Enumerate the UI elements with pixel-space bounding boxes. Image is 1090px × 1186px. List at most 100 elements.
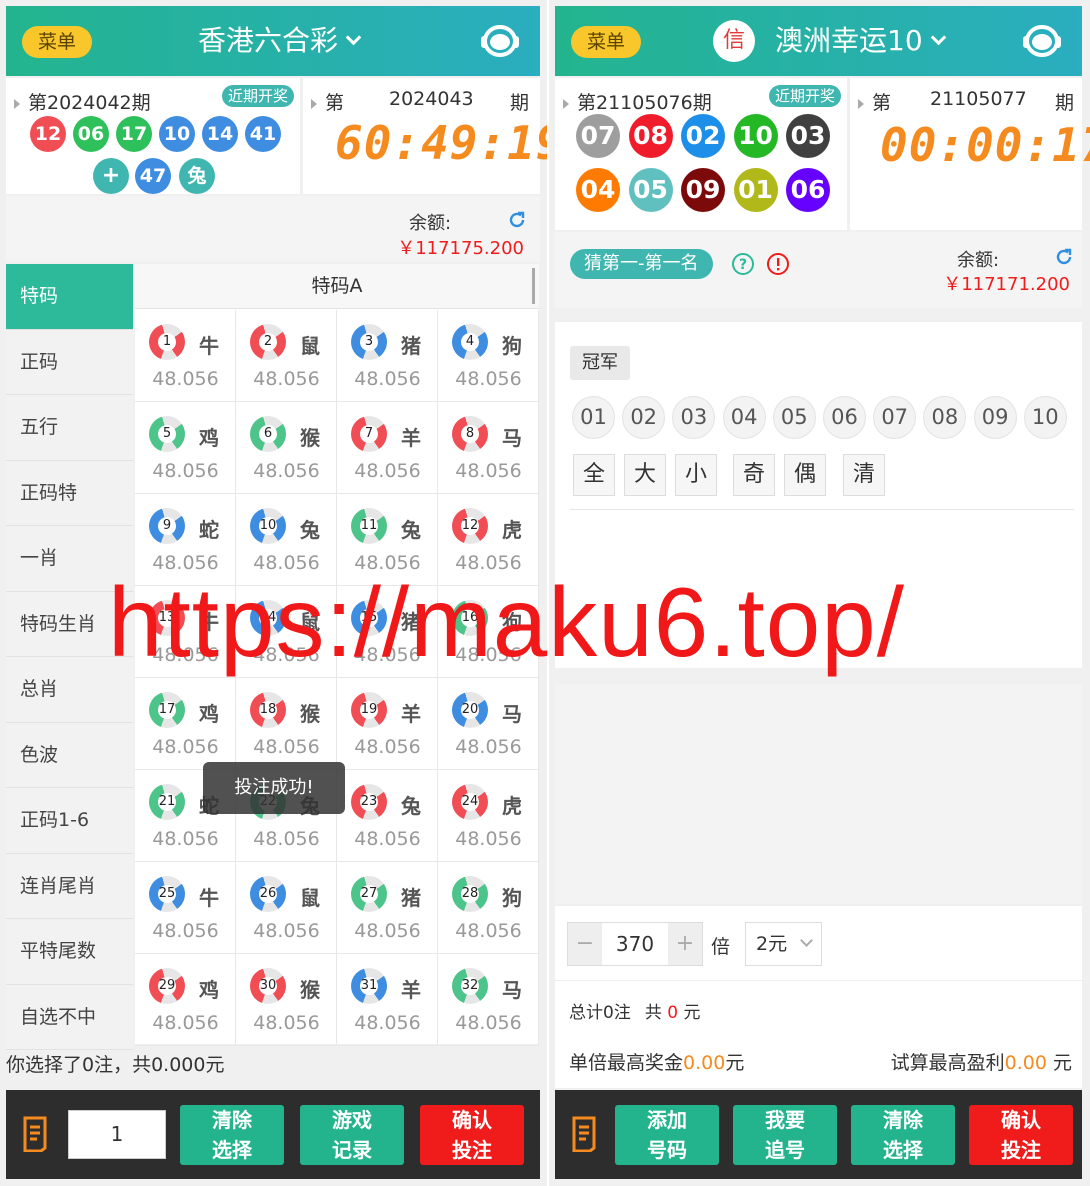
odds-label: 48.056	[455, 920, 522, 942]
scrollbar[interactable]	[532, 268, 535, 304]
refresh-icon[interactable]	[507, 210, 527, 230]
number-cell[interactable]: 25 牛 48.056	[135, 862, 236, 954]
bet-grid: 特码A 1 牛 48.056 2 鼠 48.056 3 猪 48.056 4 狗 48.056 5 鸡 48…	[135, 264, 539, 1046]
message-badge[interactable]: 信	[713, 20, 755, 62]
decrease-button[interactable]: −	[568, 923, 602, 965]
zodiac-label: 鸡	[199, 426, 219, 450]
number-button[interactable]: 04	[722, 396, 766, 439]
customer-service-icon[interactable]	[1020, 22, 1064, 60]
number-cell[interactable]: 26 鼠 48.056	[236, 862, 337, 954]
sidebar-item[interactable]: 正码1-6	[6, 788, 133, 854]
quick-select-button[interactable]: 奇	[733, 454, 775, 496]
number-button[interactable]: 05	[772, 396, 816, 439]
number-cell[interactable]: 3 猪 48.056	[337, 310, 438, 402]
number-cell[interactable]: 5 鸡 48.056	[135, 402, 236, 494]
sidebar-item[interactable]: 平特尾数	[6, 919, 133, 985]
action-button[interactable]: 我要 追号	[733, 1105, 837, 1165]
customer-service-icon[interactable]	[478, 22, 522, 60]
draw-ball: 41	[245, 116, 281, 152]
number-button[interactable]: 09	[973, 396, 1017, 439]
number-cell[interactable]: 23 兔 48.056	[337, 770, 438, 862]
max-profit: 试算最高盈利0.00 元	[890, 1052, 1072, 1074]
number-label: 4	[461, 333, 479, 351]
multiplier-input[interactable]: 370	[602, 923, 668, 965]
quick-select-button[interactable]: 全	[573, 454, 615, 496]
number-cell[interactable]: 18 猴 48.056	[236, 678, 337, 770]
number-button[interactable]: 07	[873, 396, 917, 439]
number-cell[interactable]: 19 羊 48.056	[337, 678, 438, 770]
number-cell[interactable]: 7 羊 48.056	[337, 402, 438, 494]
number-ball: 14	[250, 600, 286, 636]
help-icon[interactable]: ?	[731, 252, 755, 276]
number-cell[interactable]: 9 蛇 48.056	[135, 494, 236, 586]
quick-select-button[interactable]: 大	[624, 454, 666, 496]
header-bar: 菜单 香港六合彩	[6, 6, 540, 76]
action-button[interactable]: 清除 选择	[180, 1105, 284, 1165]
number-button[interactable]: 10	[1023, 396, 1067, 439]
number-cell[interactable]: 31 羊 48.056	[337, 954, 438, 1046]
sidebar-item[interactable]: 色波	[6, 722, 133, 788]
number-button[interactable]: 02	[622, 396, 666, 439]
quick-select-button[interactable]: 小	[675, 454, 717, 496]
number-cell[interactable]: 15 猪 48.056	[337, 586, 438, 678]
number-cell[interactable]: 13 牛 48.056	[135, 586, 236, 678]
sidebar-item[interactable]: 五行	[6, 395, 133, 461]
sidebar-item[interactable]: 特码生肖	[6, 591, 133, 657]
sidebar-item[interactable]: 自选不中	[6, 984, 133, 1050]
action-button[interactable]: 游戏 记录	[300, 1105, 404, 1165]
number-cell[interactable]: 6 猴 48.056	[236, 402, 337, 494]
bet-slip-icon[interactable]	[22, 1116, 52, 1152]
recent-results-button[interactable]: 近期开奖	[222, 85, 295, 107]
number-cell[interactable]: 2 鼠 48.056	[236, 310, 337, 402]
sidebar-item[interactable]: 正码	[6, 329, 133, 395]
number-cell[interactable]: 14 鼠 48.056	[236, 586, 337, 678]
number-cell[interactable]: 24 虎 48.056	[438, 770, 539, 862]
number-cell[interactable]: 30 猴 48.056	[236, 954, 337, 1046]
menu-button[interactable]: 菜单	[22, 26, 92, 58]
number-cell[interactable]: 29 鸡 48.056	[135, 954, 236, 1046]
play-type-button[interactable]: 猜第一-第一名	[570, 249, 713, 279]
number-cell[interactable]: 27 猪 48.056	[337, 862, 438, 954]
lottery-title-dropdown[interactable]: 澳洲幸运10	[775, 20, 946, 62]
warning-icon[interactable]	[766, 252, 790, 276]
number-cell[interactable]: 4 狗 48.056	[438, 310, 539, 402]
number-cell[interactable]: 32 马 48.056	[438, 954, 539, 1046]
number-cell[interactable]: 17 鸡 48.056	[135, 678, 236, 770]
number-label: 17	[158, 701, 176, 719]
increase-button[interactable]: +	[668, 923, 702, 965]
sidebar-item[interactable]: 总肖	[6, 657, 133, 723]
zodiac-label: 牛	[199, 334, 219, 358]
number-cell[interactable]: 10 兔 48.056	[236, 494, 337, 586]
number-cell[interactable]: 8 马 48.056	[438, 402, 539, 494]
sidebar-item[interactable]: 一肖	[6, 526, 133, 592]
action-button[interactable]: 清除 选择	[851, 1105, 955, 1165]
zodiac-label: 鸡	[199, 978, 219, 1002]
sidebar-item[interactable]: 连肖尾肖	[6, 853, 133, 919]
action-button[interactable]: 确认 投注	[969, 1105, 1073, 1165]
action-button[interactable]: 添加 号码	[615, 1105, 719, 1165]
odds-label: 48.056	[253, 460, 320, 482]
recent-results-button[interactable]: 近期开奖	[769, 85, 842, 107]
number-cell[interactable]: 28 狗 48.056	[438, 862, 539, 954]
zodiac-label: 兔	[401, 794, 421, 818]
number-button[interactable]: 01	[572, 396, 615, 439]
number-cell[interactable]: 11 兔 48.056	[337, 494, 438, 586]
unit-select[interactable]: 2元	[745, 922, 822, 966]
sidebar-item[interactable]: 特码	[6, 264, 133, 330]
sidebar-item[interactable]: 正码特	[6, 460, 133, 526]
odds-label: 48.056	[152, 828, 219, 850]
quick-select-button[interactable]: 清	[843, 454, 885, 496]
quick-select-button[interactable]: 偶	[784, 454, 826, 496]
bet-amount-input[interactable]: 1	[68, 1110, 166, 1159]
lottery-title-dropdown[interactable]: 香港六合彩	[198, 20, 362, 62]
number-button[interactable]: 06	[823, 396, 866, 439]
draw-ball: 06	[786, 168, 830, 212]
number-cell[interactable]: 20 马 48.056	[438, 678, 539, 770]
number-cell[interactable]: 16 狗 48.056	[438, 586, 539, 678]
refresh-icon[interactable]	[1054, 247, 1074, 267]
bet-slip-icon[interactable]	[571, 1116, 601, 1152]
menu-button[interactable]: 菜单	[571, 26, 641, 58]
action-button[interactable]: 确认 投注	[420, 1105, 524, 1165]
number-cell[interactable]: 12 虎 48.056	[438, 494, 539, 586]
number-cell[interactable]: 1 牛 48.056	[135, 310, 236, 402]
